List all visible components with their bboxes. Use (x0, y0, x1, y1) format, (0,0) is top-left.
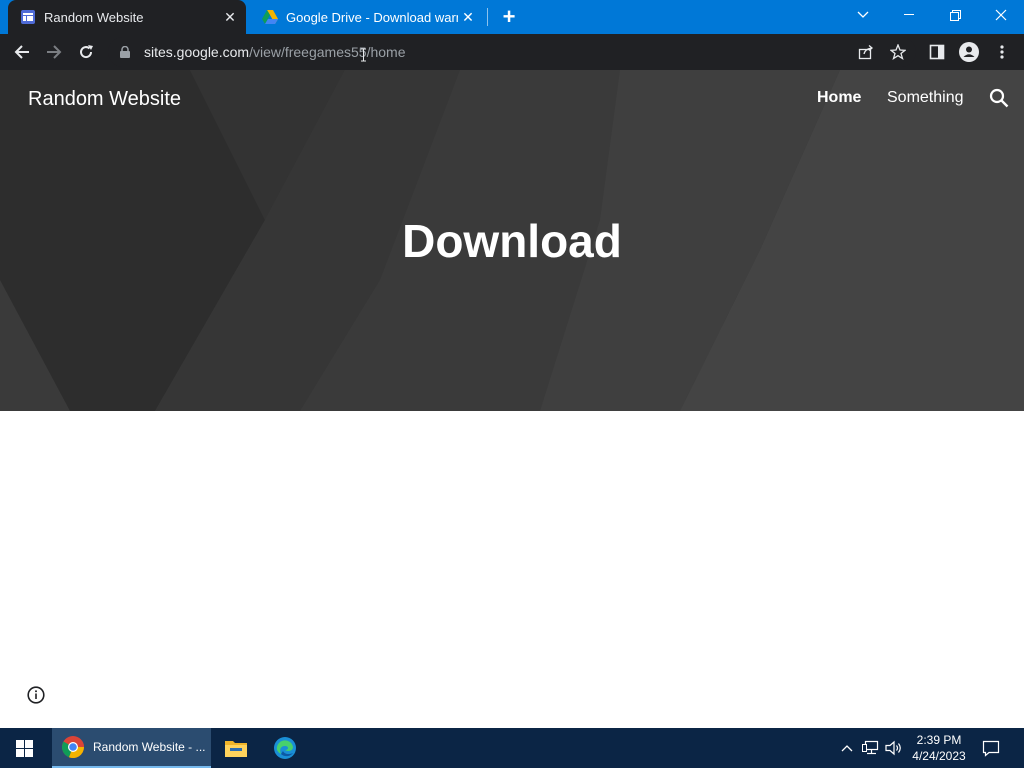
bookmark-star-icon[interactable] (884, 38, 912, 66)
volume-icon[interactable] (884, 738, 904, 758)
tab-close-icon[interactable]: ✕ (220, 7, 240, 27)
edge-icon[interactable] (261, 728, 309, 768)
back-icon[interactable] (8, 38, 36, 66)
chrome-icon (61, 736, 85, 759)
windows-taskbar: Random Website - ... 2:39 PM 4/24/2023 (0, 728, 1024, 768)
hero-banner: Random Website Home Something Download (0, 70, 1024, 411)
new-tab-icon[interactable]: + (498, 4, 520, 29)
tab-title: Google Drive - Download warning (286, 9, 458, 25)
profile-avatar-icon[interactable] (955, 38, 983, 66)
forward-icon[interactable] (40, 38, 68, 66)
nav-link-home[interactable]: Home (817, 89, 861, 107)
clock-date: 4/24/2023 (912, 749, 966, 763)
side-panel-icon[interactable] (923, 38, 951, 66)
minimize-icon[interactable] (886, 0, 932, 30)
url-host: sites.google.com (144, 44, 250, 60)
search-icon[interactable] (989, 88, 1009, 108)
start-windows-icon[interactable] (0, 728, 48, 768)
taskbar-chrome-button[interactable]: Random Website - ... (52, 728, 211, 768)
network-icon[interactable] (861, 738, 881, 758)
tab-search-chevron-down-icon[interactable] (840, 0, 886, 30)
sites-favicon-icon (20, 9, 36, 25)
site-title[interactable]: Random Website (28, 88, 181, 111)
more-menu-icon[interactable] (988, 38, 1016, 66)
info-icon[interactable] (27, 686, 45, 704)
tab-google-drive[interactable]: Google Drive - Download warning ✕ (250, 0, 484, 34)
reload-icon[interactable] (72, 38, 100, 66)
taskbar-clock[interactable]: 2:39 PM 4/24/2023 (906, 732, 972, 764)
text-cursor-icon (361, 48, 366, 62)
clock-time: 2:39 PM (916, 733, 962, 747)
tab-separator (487, 8, 488, 26)
browser-toolbar: sites.google.com/view/freegames55/home (0, 34, 1024, 70)
page-heading: Download (402, 215, 622, 267)
tab-strip: Random Website ✕ Google Drive - Download… (0, 0, 1024, 34)
nav-link-something[interactable]: Something (887, 89, 964, 107)
restore-icon[interactable] (932, 0, 978, 30)
tab-random-website[interactable]: Random Website ✕ (8, 0, 246, 34)
page-content (0, 411, 1024, 728)
tab-close-icon[interactable]: ✕ (458, 7, 478, 27)
close-window-icon[interactable] (978, 0, 1024, 30)
lock-icon[interactable] (120, 46, 134, 58)
url-path: /view/freegames55/home (249, 44, 406, 60)
share-icon[interactable] (852, 38, 880, 66)
tab-title: Random Website (44, 9, 144, 25)
tray-chevron-up-icon[interactable] (837, 738, 857, 758)
file-explorer-icon[interactable] (212, 728, 260, 768)
google-drive-icon (262, 9, 278, 25)
taskbar-chrome-label: Random Website - ... (93, 740, 206, 754)
notification-icon[interactable] (981, 738, 1001, 758)
address-bar[interactable]: sites.google.com/view/freegames55/home (108, 37, 916, 67)
